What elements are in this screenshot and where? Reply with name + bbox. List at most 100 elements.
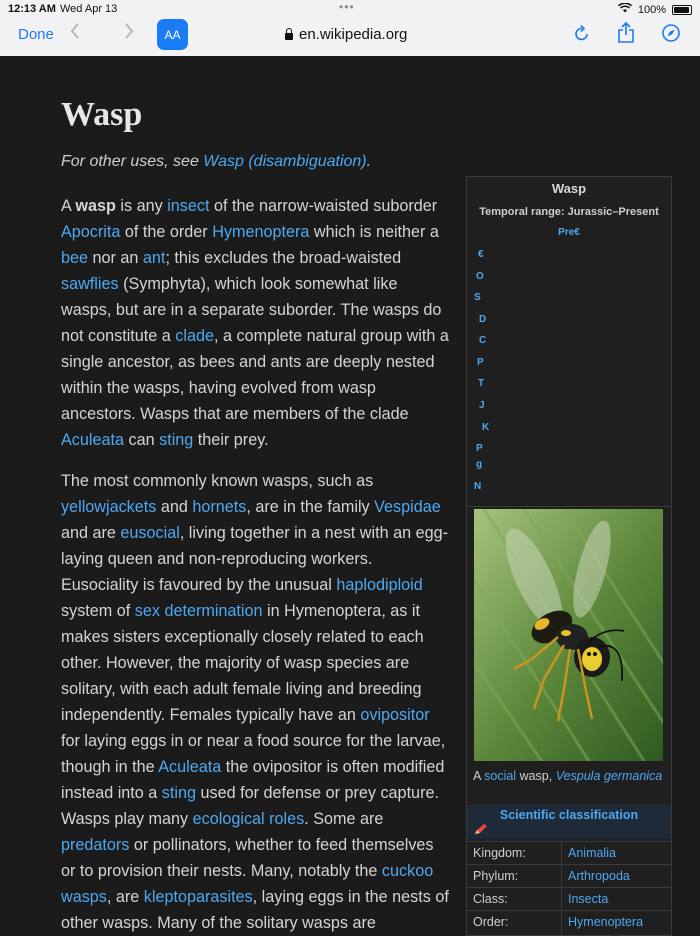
lock-icon: [285, 27, 293, 40]
link-bee[interactable]: bee: [61, 249, 88, 267]
taxonomy-row-kingdom: Kingdom: Animalia: [467, 841, 671, 865]
link-ant[interactable]: ant: [143, 249, 166, 267]
taxonomy-row-class: Class: Insecta: [467, 887, 671, 911]
multitasking-dots-icon[interactable]: •••: [339, 0, 355, 14]
text: , are in the family: [246, 498, 375, 516]
text: can: [124, 431, 160, 449]
taxonomy-rank: Order:: [473, 915, 509, 929]
link-aculeata[interactable]: Aculeata: [158, 758, 221, 776]
taxonomy-rank: Kingdom:: [473, 846, 526, 860]
hatnote: For other uses, see Wasp (disambiguation…: [61, 153, 371, 171]
era-link[interactable]: P: [477, 357, 484, 368]
link-sex-determination[interactable]: sex determination: [135, 602, 263, 620]
text: their prey.: [193, 431, 269, 449]
era-link[interactable]: g: [476, 459, 482, 470]
hatnote-text: .: [366, 153, 372, 170]
link-sting[interactable]: sting: [162, 784, 196, 802]
era-link-precambrian[interactable]: Pre€: [467, 227, 671, 238]
infobox: Wasp Temporal range: Jurassic–Present Pr…: [466, 176, 672, 936]
address-bar[interactable]: en.wikipedia.org: [285, 26, 407, 43]
link-predators[interactable]: predators: [61, 836, 129, 854]
chevron-right-icon[interactable]: [124, 22, 134, 45]
taxonomy-value-link[interactable]: Hymenoptera: [568, 915, 643, 929]
hatnote-text: For other uses, see: [61, 153, 204, 170]
link-insect[interactable]: insect: [167, 197, 209, 215]
text: is any: [115, 197, 168, 215]
link-apocrita[interactable]: Apocrita: [61, 223, 120, 241]
text: A: [61, 197, 76, 215]
battery-icon: [672, 4, 692, 15]
taxonomy-value-link[interactable]: Arthropoda: [568, 869, 630, 883]
link-yellowjackets[interactable]: yellowjackets: [61, 498, 156, 516]
era-link[interactable]: S: [474, 292, 481, 303]
text: nor an: [88, 249, 143, 267]
text: which is neither a: [309, 223, 439, 241]
link-sawflies[interactable]: sawflies: [61, 275, 119, 293]
taxonomy-rank: Class:: [473, 892, 508, 906]
link-wasp-disambiguation[interactable]: Wasp (disambiguation): [203, 153, 366, 170]
divider: [561, 842, 562, 865]
text: . Some are: [304, 810, 384, 828]
divider: [561, 865, 562, 888]
status-time: 12:13 AM: [8, 3, 56, 15]
divider: [561, 888, 562, 911]
taxonomy-value-link[interactable]: Animalia: [568, 846, 616, 860]
scientific-classification-link[interactable]: Scientific classification: [467, 808, 671, 822]
done-button[interactable]: Done: [18, 26, 54, 43]
text: and are: [61, 524, 121, 542]
era-link[interactable]: C: [479, 335, 486, 346]
era-link[interactable]: K: [482, 422, 489, 433]
era-link[interactable]: P: [476, 443, 483, 454]
link-ecological-roles[interactable]: ecological roles: [193, 810, 305, 828]
image-caption: A social wasp, Vespula germanica: [473, 768, 665, 784]
chevron-left-icon[interactable]: [70, 22, 80, 45]
link-hymenoptera[interactable]: Hymenoptera: [212, 223, 309, 241]
caption-text: wasp,: [516, 769, 556, 783]
wifi-icon: [617, 2, 632, 16]
status-date: Wed Apr 13: [60, 3, 118, 15]
taxonomy-rank: Phylum:: [473, 869, 519, 883]
link-social[interactable]: social: [484, 769, 516, 783]
text: The most commonly known wasps, such as: [61, 472, 374, 490]
caption-text: A: [473, 769, 485, 783]
link-kleptoparasites[interactable]: kleptoparasites: [144, 888, 253, 906]
temporal-range: Temporal range: Jurassic–Present: [479, 206, 659, 218]
browser-toolbar: 12:13 AM Wed Apr 13 ••• 100% Done AA en.…: [0, 0, 700, 56]
era-link[interactable]: T: [478, 378, 484, 389]
link-vespidae[interactable]: Vespidae: [374, 498, 441, 516]
link-sting[interactable]: sting: [159, 431, 193, 449]
link-clade[interactable]: clade: [175, 327, 214, 345]
link-hornets[interactable]: hornets: [192, 498, 246, 516]
text: and: [156, 498, 193, 516]
wasp-photo[interactable]: [474, 509, 663, 761]
era-link[interactable]: J: [479, 400, 485, 411]
reload-icon[interactable]: [574, 24, 590, 47]
link-haplodiploid[interactable]: haplodiploid: [336, 576, 422, 594]
reader-mode-button[interactable]: AA: [157, 19, 188, 50]
era-link[interactable]: O: [476, 271, 484, 282]
compass-icon[interactable]: [662, 24, 680, 47]
edit-pencil-icon[interactable]: [474, 823, 488, 835]
bold-term: wasp: [75, 197, 116, 215]
share-icon[interactable]: [617, 21, 635, 49]
text: ; this excludes the broad-waisted: [165, 249, 402, 267]
infobox-title: Wasp: [551, 181, 587, 196]
text: system of: [61, 602, 135, 620]
era-link[interactable]: €: [478, 249, 484, 260]
era-link[interactable]: N: [474, 481, 481, 492]
paragraph-1: A wasp is any insect of the narrow-waist…: [61, 193, 451, 453]
page-title: Wasp: [61, 96, 143, 133]
era-link[interactable]: D: [479, 314, 486, 325]
url-text: en.wikipedia.org: [299, 26, 408, 43]
link-vespula-germanica[interactable]: Vespula germanica: [556, 769, 663, 783]
divider: [561, 911, 562, 934]
paragraph-2: The most commonly known wasps, such as y…: [61, 468, 451, 936]
link-ovipositor[interactable]: ovipositor: [360, 706, 429, 724]
taxonomy-row-phylum: Phylum: Arthropoda: [467, 864, 671, 888]
taxonomy-row-order: Order: Hymenoptera: [467, 910, 671, 934]
link-aculeata[interactable]: Aculeata: [61, 431, 124, 449]
link-eusocial[interactable]: eusocial: [120, 524, 179, 542]
status-right: 100%: [617, 2, 692, 16]
taxonomy-value-link[interactable]: Insecta: [568, 892, 608, 906]
text: of the order: [120, 223, 213, 241]
